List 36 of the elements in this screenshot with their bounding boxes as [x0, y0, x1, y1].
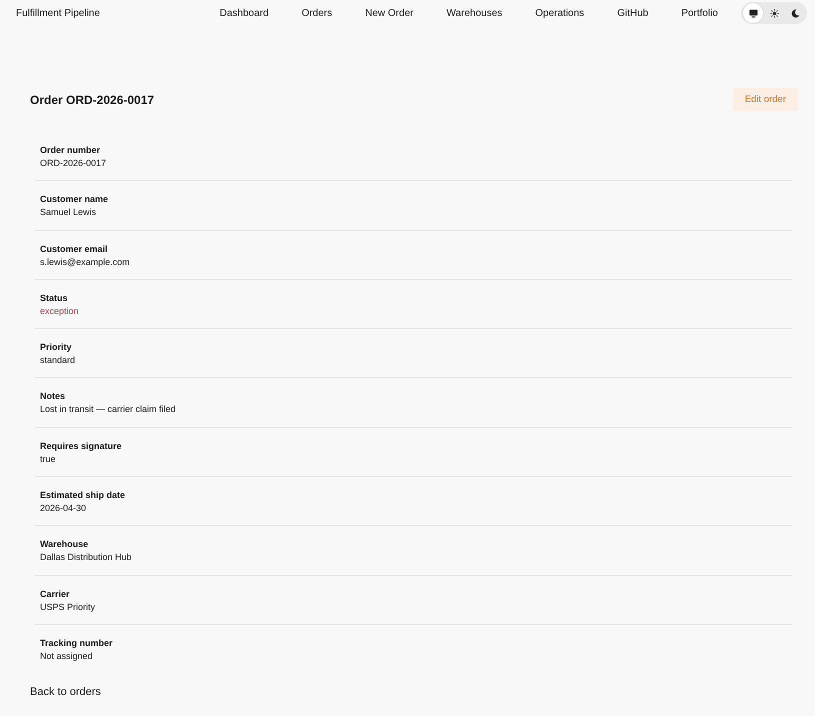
field-label: Estimated ship date [40, 489, 126, 502]
nav-link[interactable]: Warehouses [446, 8, 502, 18]
field-value: standard [40, 354, 76, 368]
theme-button[interactable] [743, 3, 763, 23]
field-value: true [40, 452, 56, 466]
field-label: Warehouse [40, 538, 88, 552]
field-label: Priority [40, 341, 72, 354]
app-title: Fulfillment Pipeline [16, 8, 100, 18]
field-value: Samuel Lewis [40, 206, 96, 220]
field-label: Order number [40, 144, 100, 157]
field-label: Requires signature [40, 440, 122, 453]
field-label: Tracking number [40, 636, 113, 650]
field-label: Customer email [40, 242, 108, 256]
field-label: Customer name [40, 193, 108, 206]
field-label: Carrier [40, 588, 70, 601]
field-value: USPS Priority [40, 600, 96, 614]
nav-link[interactable]: New Order [365, 8, 414, 18]
nav-link[interactable]: Operations [535, 8, 584, 18]
field-value: Not assigned [40, 650, 93, 663]
back-link[interactable]: Back to orders [30, 685, 101, 700]
field-value: ORD-2026-0017 [40, 157, 106, 170]
page-title: Order ORD-2026-0017 [30, 92, 154, 106]
nav-link[interactable]: Portfolio [681, 8, 718, 18]
field-label: Status [40, 292, 68, 305]
field-value: Dallas Distribution Hub [40, 551, 132, 564]
nav-link[interactable]: GitHub [617, 8, 648, 18]
monitor-icon [748, 8, 758, 18]
moon-icon [790, 8, 800, 18]
field-value: exception [40, 304, 79, 318]
nav-link[interactable]: Dashboard [220, 8, 269, 18]
field-value: 2026-04-30 [40, 502, 86, 516]
sun-icon [770, 8, 778, 18]
field-value: s.lewis@example.com [40, 256, 130, 269]
field-value: Lost in transit — carrier claim filed [40, 403, 176, 416]
nav-link[interactable]: Orders [302, 8, 332, 18]
field-label: Notes [40, 390, 66, 404]
